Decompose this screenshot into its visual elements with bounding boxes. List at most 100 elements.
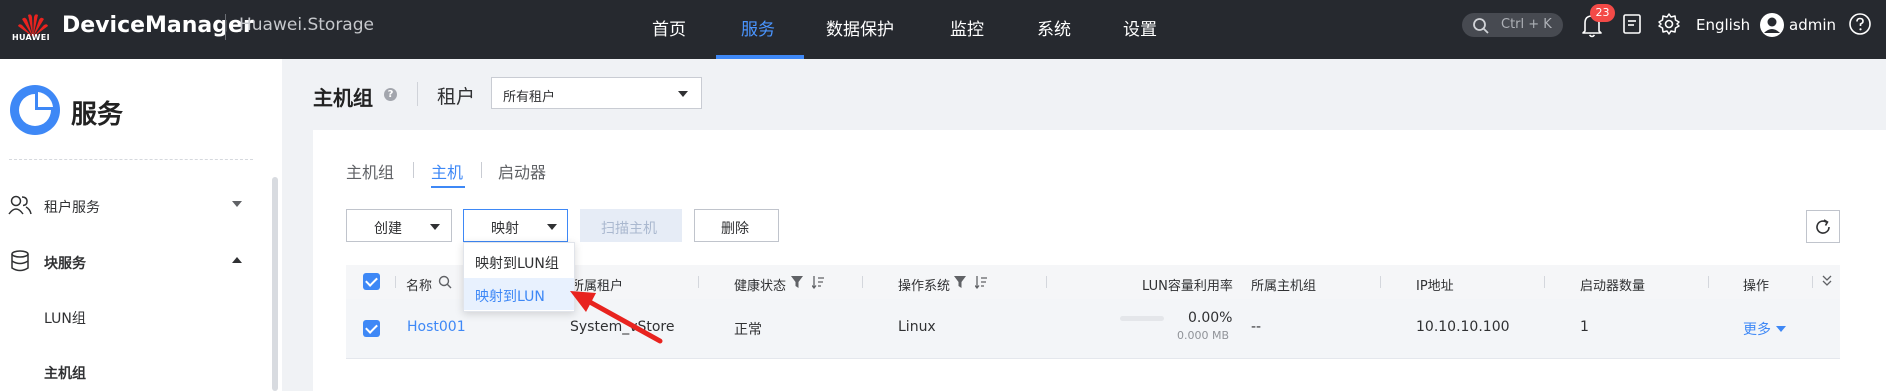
column-header-lun-usage: LUN容量利用率 [1142, 279, 1233, 294]
create-button-label: 创建 [374, 221, 402, 237]
column-divider [1544, 276, 1545, 288]
gear-icon[interactable] [1657, 12, 1681, 36]
initiator-count-cell: 1 [1580, 319, 1589, 335]
sidebar-item-lun-group[interactable]: LUN组 [44, 308, 86, 328]
nav-monitoring[interactable]: 监控 [950, 15, 984, 40]
help-tooltip-icon[interactable]: ? [384, 88, 397, 101]
nav-home[interactable]: 首页 [652, 15, 686, 40]
active-tab-indicator [431, 186, 465, 188]
host-name-link[interactable]: Host001 [407, 319, 466, 335]
title-divider [225, 14, 226, 40]
refresh-button[interactable] [1806, 210, 1840, 243]
column-header-name[interactable]: 名称 [406, 275, 432, 294]
users-icon [8, 195, 32, 215]
nav-settings[interactable]: 设置 [1123, 15, 1157, 40]
column-header-ip: IP地址 [1416, 279, 1454, 294]
tab-hosts[interactable]: 主机 [431, 159, 463, 183]
health-status-cell: 正常 [734, 322, 762, 338]
column-header-health: 健康状态 [734, 279, 787, 294]
user-avatar-icon[interactable] [1759, 12, 1785, 38]
create-button[interactable]: 创建 [346, 209, 452, 242]
sidebar: 服务 租户服务 块服务 LUN组 主机组 [0, 59, 282, 391]
product-name: Huawei.Storage [239, 15, 374, 35]
nav-services[interactable]: 服务 [741, 15, 775, 40]
sidebar-item-tenant-services[interactable]: 租户服务 [0, 185, 272, 225]
nav-data-protection[interactable]: 数据保护 [826, 15, 894, 40]
sidebar-divider [9, 159, 253, 160]
menu-item-label: 映射到LUN组 [475, 256, 559, 272]
filter-icon[interactable] [791, 276, 803, 289]
delete-button[interactable]: 删除 [694, 209, 779, 242]
sort-icon[interactable] [812, 276, 824, 289]
page-title: 主机组 [313, 86, 373, 110]
column-divider [1046, 276, 1047, 288]
top-navigation-bar: HUAWEI DeviceManager Huawei.Storage 首页 服… [0, 0, 1886, 59]
nav-active-indicator [716, 55, 804, 59]
sidebar-item-block-services[interactable]: 块服务 [0, 241, 272, 281]
column-header-host-group: 所属主机组 [1251, 279, 1317, 294]
ip-address-cell: 10.10.10.100 [1416, 319, 1510, 335]
alarm-count-badge: 23 [1590, 4, 1615, 22]
filter-icon[interactable] [954, 276, 966, 289]
map-dropdown-menu: 映射到LUN组 映射到LUN [463, 242, 575, 312]
sidebar-item-label: 块服务 [44, 256, 86, 272]
column-settings-chevron-icon[interactable] [1822, 275, 1832, 287]
chevron-up-icon [232, 257, 242, 263]
chevron-down-icon [430, 224, 440, 230]
search-shortcut: Ctrl + K [1501, 17, 1552, 32]
tenant-select[interactable]: 所有租户 [491, 77, 702, 109]
row-checkbox[interactable] [363, 320, 380, 337]
menu-item-map-to-lun[interactable]: 映射到LUN [464, 278, 574, 310]
help-icon[interactable] [1848, 12, 1872, 36]
map-button-label: 映射 [491, 221, 519, 237]
column-header-initiators: 启动器数量 [1580, 279, 1646, 294]
sidebar-title: 服务 [71, 100, 124, 130]
os-cell: Linux [898, 319, 936, 335]
language-switch[interactable]: English [1696, 16, 1750, 34]
column-divider [1812, 276, 1813, 288]
database-icon [11, 250, 29, 272]
sidebar-item-host-group[interactable]: 主机组 [44, 363, 86, 383]
scan-hosts-button[interactable]: 扫描主机 [580, 209, 682, 242]
tenant-cell: System_vStore [570, 319, 675, 335]
chevron-down-icon [1776, 326, 1786, 332]
services-pie-icon [10, 85, 60, 135]
more-actions-link[interactable]: 更多 [1743, 319, 1771, 339]
column-header-os: 操作系统 [898, 279, 951, 294]
column-divider [1708, 276, 1709, 288]
brand-logo-text: HUAWEI [12, 33, 50, 42]
title-divider [417, 82, 418, 106]
tab-divider [413, 162, 414, 178]
map-button[interactable]: 映射 [463, 209, 568, 242]
column-divider [395, 276, 396, 288]
tab-divider [481, 162, 482, 178]
tenant-label: 租户 [437, 86, 476, 108]
nav-system[interactable]: 系统 [1037, 15, 1071, 40]
column-header-actions: 操作 [1743, 279, 1770, 294]
sidebar-item-label: 租户服务 [44, 200, 100, 216]
search-icon [1473, 18, 1489, 34]
tenant-select-value: 所有租户 [503, 90, 556, 105]
sidebar-scrollbar[interactable] [272, 177, 278, 391]
select-all-checkbox[interactable] [363, 273, 380, 290]
user-name[interactable]: admin [1789, 16, 1836, 34]
search-icon[interactable] [438, 275, 452, 289]
column-header-tenant: 所属租户 [571, 279, 624, 294]
scan-hosts-button-label: 扫描主机 [601, 221, 657, 237]
chevron-down-icon [678, 91, 688, 97]
sort-icon[interactable] [975, 276, 987, 289]
chevron-down-icon [232, 201, 242, 207]
lun-usage-percent: 0.00% [1188, 310, 1233, 326]
task-list-icon[interactable] [1621, 12, 1643, 36]
tab-host-groups[interactable]: 主机组 [346, 159, 394, 183]
menu-item-map-to-lun-group[interactable]: 映射到LUN组 [464, 245, 574, 277]
lun-usage-bar [1120, 316, 1164, 321]
column-divider [698, 276, 699, 288]
host-group-cell: -- [1251, 319, 1262, 335]
delete-button-label: 删除 [721, 221, 749, 237]
column-divider [1380, 276, 1381, 288]
chevron-down-icon [547, 224, 557, 230]
global-search-button[interactable]: Ctrl + K [1462, 13, 1563, 37]
tab-initiators[interactable]: 启动器 [498, 159, 546, 183]
column-divider [862, 276, 863, 288]
